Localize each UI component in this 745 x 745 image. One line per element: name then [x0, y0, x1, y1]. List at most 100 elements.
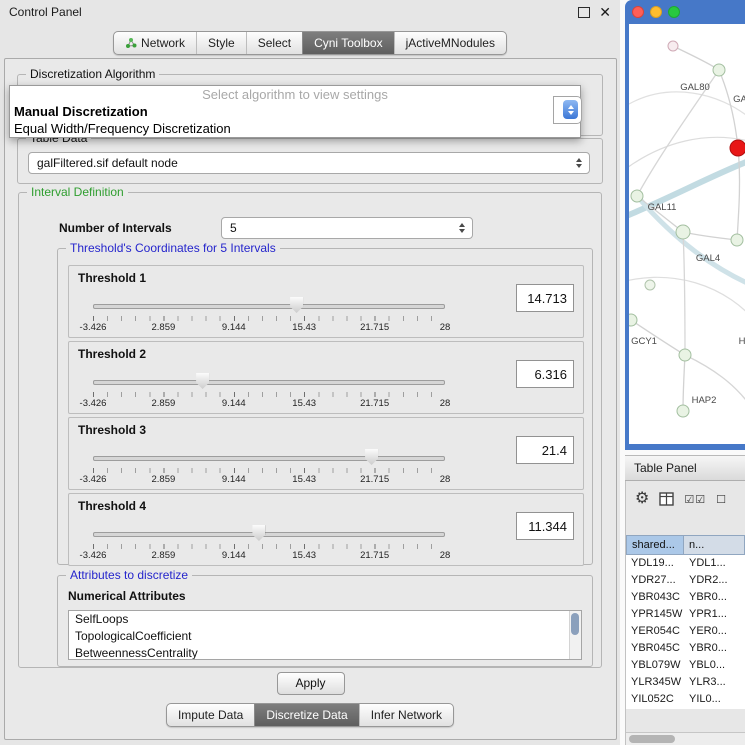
- zoom-traffic-light-icon[interactable]: [668, 6, 680, 18]
- network-node[interactable]: [631, 190, 643, 202]
- table-row[interactable]: YBR043CYBR0...: [626, 589, 745, 606]
- network-node[interactable]: [731, 234, 743, 246]
- table-row[interactable]: YPR145WYPR1...: [626, 606, 745, 623]
- column-header-name[interactable]: n...: [684, 535, 745, 555]
- table-row[interactable]: YLR345WYLR3...: [626, 674, 745, 691]
- tab-cyni-toolbox[interactable]: Cyni Toolbox: [302, 32, 393, 54]
- table-panel: ⚙ ☑☑ ☐ shared... n... YDL19...YDL1...YDR…: [625, 481, 745, 745]
- threshold-2-slider[interactable]: [93, 373, 445, 390]
- network-node[interactable]: [645, 280, 655, 290]
- control-panel: Control Panel ✕ Network Style Sel: [0, 0, 620, 745]
- gear-icon[interactable]: ⚙: [635, 491, 649, 507]
- tab-jactivemnodules[interactable]: jActiveMNodules: [394, 32, 506, 54]
- tick-label: 9.144: [222, 550, 246, 561]
- columns-icon[interactable]: [659, 492, 674, 506]
- tick-label: 28: [440, 550, 451, 561]
- table-cell: YBR043C: [626, 589, 684, 606]
- list-scrollbar[interactable]: [569, 611, 581, 659]
- threshold-label: Threshold 3: [78, 423, 146, 437]
- tick-label: 9.144: [222, 322, 246, 333]
- network-node[interactable]: [677, 405, 689, 417]
- group-label: Interval Definition: [27, 185, 128, 199]
- table-row[interactable]: YDL19...YDL1...: [626, 555, 745, 572]
- network-node[interactable]: [629, 314, 637, 326]
- threshold-2-value-field[interactable]: 6.316: [516, 360, 574, 388]
- tab-select[interactable]: Select: [246, 32, 302, 54]
- network-node[interactable]: [676, 225, 690, 239]
- network-node[interactable]: [679, 349, 691, 361]
- table-row[interactable]: YBL079WYBL0...: [626, 657, 745, 674]
- combo-stepper-icon: [454, 223, 469, 233]
- function-icon[interactable]: ☐: [716, 493, 727, 506]
- apply-button[interactable]: Apply: [277, 672, 345, 695]
- number-of-intervals-combobox[interactable]: 5: [221, 217, 473, 239]
- threshold-4-value-field[interactable]: 11.344: [516, 512, 574, 540]
- slider-track[interactable]: [93, 532, 445, 537]
- network-node[interactable]: [730, 140, 745, 156]
- tab-network[interactable]: Network: [114, 32, 196, 54]
- table-toolbar: ⚙ ☑☑ ☐: [626, 481, 745, 517]
- network-edge: [673, 46, 719, 70]
- threshold-3-slider[interactable]: [93, 449, 445, 466]
- cyni-toolbox-panel: Discretization Algorithm Select algorith…: [4, 58, 617, 740]
- tab-label: Select: [258, 36, 291, 50]
- slider-thumb[interactable]: [196, 373, 209, 389]
- tick-label: 15.43: [292, 550, 316, 561]
- table-row[interactable]: YBR045CYBR0...: [626, 640, 745, 657]
- table-header-row: shared... n...: [626, 535, 745, 555]
- network-node-label: GA: [733, 94, 745, 105]
- table-row[interactable]: YDR27...YDR2...: [626, 572, 745, 589]
- combo-stepper-icon[interactable]: [563, 100, 578, 119]
- tab-label: Infer Network: [371, 708, 442, 722]
- table-cell: YDR27...: [626, 572, 684, 589]
- threshold-3-value-field[interactable]: 21.4: [516, 436, 574, 464]
- network-canvas[interactable]: GAL80GAGAL11GAL4GCY1HHAP2: [629, 24, 745, 444]
- slider-thumb[interactable]: [365, 449, 378, 465]
- network-node-label: GAL11: [648, 202, 677, 213]
- attribute-list-item[interactable]: TopologicalCoefficient: [69, 628, 581, 645]
- tab-impute-data[interactable]: Impute Data: [167, 704, 254, 726]
- scrollbar-thumb[interactable]: [629, 735, 675, 743]
- slider-tickmarks: [93, 544, 445, 549]
- table-cell: YER054C: [626, 623, 684, 640]
- select-columns-checkbox-icon[interactable]: ☑☑: [684, 493, 706, 506]
- tab-discretize-data[interactable]: Discretize Data: [254, 704, 358, 726]
- threshold-1-value-field[interactable]: 14.713: [516, 284, 574, 312]
- tab-infer-network[interactable]: Infer Network: [359, 704, 453, 726]
- tab-style[interactable]: Style: [196, 32, 246, 54]
- threshold-1-panel: Threshold 1 -3.4262.8599.14415.4321.7152…: [68, 265, 584, 338]
- interval-definition-group: Interval Definition Number of Intervals …: [18, 192, 602, 668]
- attribute-list-item[interactable]: SelfLoops: [69, 611, 581, 628]
- dropdown-option-manual-discretization[interactable]: Manual Discretization: [10, 103, 580, 120]
- scrollbar-thumb[interactable]: [571, 613, 579, 635]
- slider-track[interactable]: [93, 380, 445, 385]
- slider-track[interactable]: [93, 304, 445, 309]
- table-cell: YBR0...: [684, 589, 745, 606]
- table-cell: YLR345W: [626, 674, 684, 691]
- table-row[interactable]: YER054CYER0...: [626, 623, 745, 640]
- horizontal-scrollbar[interactable]: [626, 732, 745, 745]
- table-row[interactable]: YIL052CYIL0...: [626, 691, 745, 708]
- tick-label: -3.426: [80, 322, 107, 333]
- threshold-4-slider[interactable]: [93, 525, 445, 542]
- number-of-intervals-label: Number of Intervals: [59, 221, 172, 235]
- close-icon[interactable]: ✕: [599, 5, 611, 19]
- algorithm-combobox[interactable]: [553, 96, 582, 124]
- table-data-combobox[interactable]: galFiltered.sif default node: [28, 152, 590, 174]
- float-window-icon[interactable]: [578, 7, 590, 18]
- threshold-1-slider[interactable]: [93, 297, 445, 314]
- tick-label: 28: [440, 322, 451, 333]
- attribute-list-item[interactable]: BetweennessCentrality: [69, 645, 581, 660]
- slider-track[interactable]: [93, 456, 445, 461]
- minimize-traffic-light-icon[interactable]: [650, 6, 662, 18]
- close-traffic-light-icon[interactable]: [632, 6, 644, 18]
- network-node[interactable]: [668, 41, 678, 51]
- table-cell: YIL052C: [626, 691, 684, 708]
- dropdown-option-equal-width-frequency[interactable]: Equal Width/Frequency Discretization: [10, 120, 580, 137]
- slider-thumb[interactable]: [290, 297, 303, 313]
- network-node[interactable]: [713, 64, 725, 76]
- table-cell: YER0...: [684, 623, 745, 640]
- column-header-shared[interactable]: shared...: [626, 535, 684, 555]
- slider-thumb[interactable]: [252, 525, 265, 541]
- group-label: Attributes to discretize: [66, 568, 192, 582]
